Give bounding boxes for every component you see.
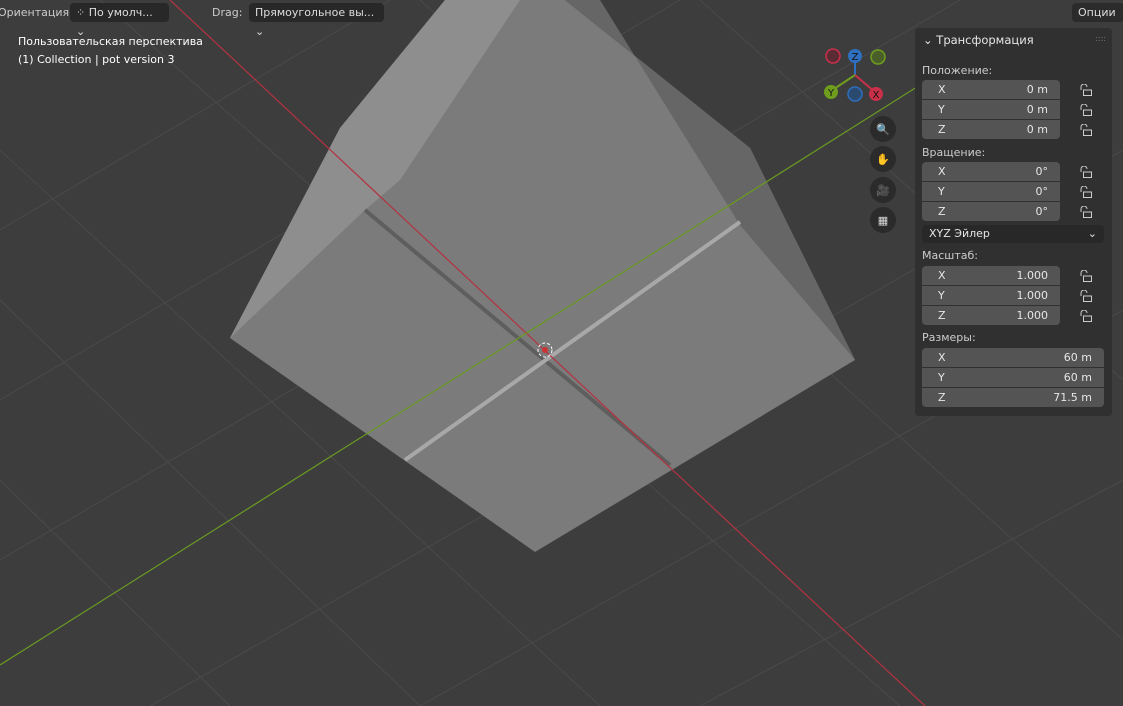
svg-text:Y: Y	[827, 88, 835, 99]
zoom-icon[interactable]: 🔍	[870, 116, 896, 142]
drag-handle-icon[interactable]: ::::	[1095, 34, 1106, 43]
orientation-icon: ⁘	[76, 6, 89, 19]
viewport-header: Ориентация: ⁘ По умолч... ⌄ Drag: Прямоу…	[0, 0, 1123, 38]
lock-icon[interactable]	[1079, 186, 1093, 198]
collection-info: (1) Collection | pot version 3	[18, 53, 175, 66]
lock-icon[interactable]	[1079, 310, 1093, 322]
lock-icon[interactable]	[1079, 166, 1093, 178]
dimensions-z-field[interactable]: Z 71.5 m	[922, 388, 1104, 407]
camera-icon[interactable]: 🎥	[870, 177, 896, 203]
view-name: Пользовательская перспектива	[18, 35, 203, 48]
lock-icon[interactable]	[1079, 84, 1093, 96]
rotation-mode-dropdown[interactable]: XYZ Эйлер ⌄	[922, 225, 1104, 243]
rotation-label: Вращение:	[922, 146, 986, 159]
panel-header[interactable]: ⌄ Трансформация	[923, 33, 1034, 47]
chevron-down-icon: ⌄	[1087, 227, 1097, 240]
location-x-field[interactable]: X0 m	[922, 80, 1060, 99]
lock-icon[interactable]	[1079, 290, 1093, 302]
svg-text:Z: Z	[852, 52, 859, 63]
dimensions-x-field[interactable]: X 60 m	[922, 348, 1104, 367]
location-label: Положение:	[922, 64, 993, 77]
transform-panel: ⌄ Трансформация :::: Положение: X0 m Y0 …	[915, 28, 1112, 416]
lock-icon[interactable]	[1079, 104, 1093, 116]
hand-pan-icon[interactable]: ✋	[870, 146, 896, 172]
svg-text:X: X	[873, 90, 880, 101]
lock-icon[interactable]	[1079, 124, 1093, 136]
location-y-field[interactable]: Y0 m	[922, 100, 1060, 119]
dimensions-y-field[interactable]: Y 60 m	[922, 368, 1104, 387]
rotation-z-field[interactable]: Z 0°	[922, 202, 1060, 221]
scale-label: Масштаб:	[922, 249, 978, 262]
scale-z-field[interactable]: Z 1.000	[922, 306, 1060, 325]
cube-body[interactable]	[230, 0, 855, 552]
lock-icon[interactable]	[1079, 206, 1093, 218]
chevron-down-icon: ⌄	[255, 25, 265, 38]
dimensions-label: Размеры:	[922, 331, 976, 344]
rotation-y-field[interactable]: Y 0°	[922, 182, 1060, 201]
scale-y-field[interactable]: Y 1.000	[922, 286, 1060, 305]
orientation-dropdown[interactable]: ⁘ По умолч... ⌄	[70, 3, 169, 38]
orientation-label: Ориентация:	[0, 6, 73, 19]
drag-label: Drag:	[212, 6, 243, 19]
grid-ortho-icon[interactable]: ▦	[870, 207, 896, 233]
navigation-gizmo[interactable]: Z Y X	[824, 48, 886, 102]
chevron-down-icon: ⌄	[923, 33, 937, 47]
location-z-field[interactable]: Z0 m	[922, 120, 1060, 139]
scale-x-field[interactable]: X 1.000	[922, 266, 1060, 285]
rotation-x-field[interactable]: X 0°	[922, 162, 1060, 181]
options-button[interactable]: Опции	[1072, 3, 1123, 22]
lock-icon[interactable]	[1079, 270, 1093, 282]
drag-dropdown[interactable]: Прямоугольное вы... ⌄	[249, 3, 384, 38]
